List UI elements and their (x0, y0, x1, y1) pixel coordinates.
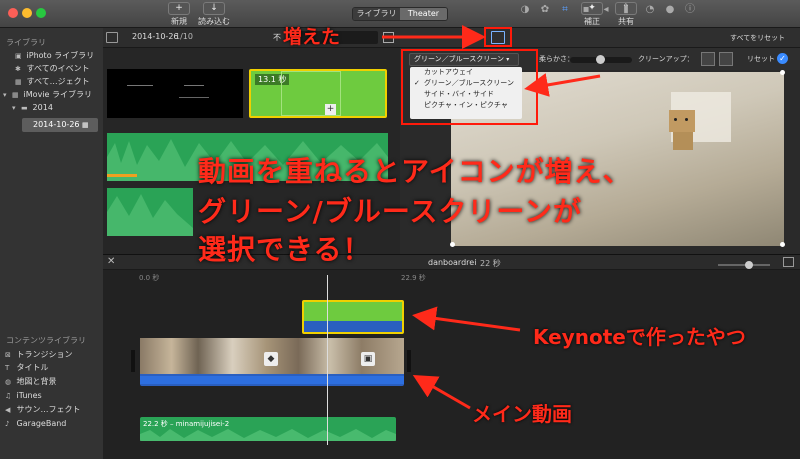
caption-line-2: グリーン/ブルースクリーンが (198, 195, 583, 228)
annotation-main-video: メイン動画 (472, 402, 572, 426)
caption-line-1: 動画を重ねるとアイコンが増え、 (198, 155, 632, 188)
annotation-keynote: Keynoteで作ったやつ (533, 325, 746, 349)
caption-line-3: 選択できる！ (198, 233, 372, 266)
